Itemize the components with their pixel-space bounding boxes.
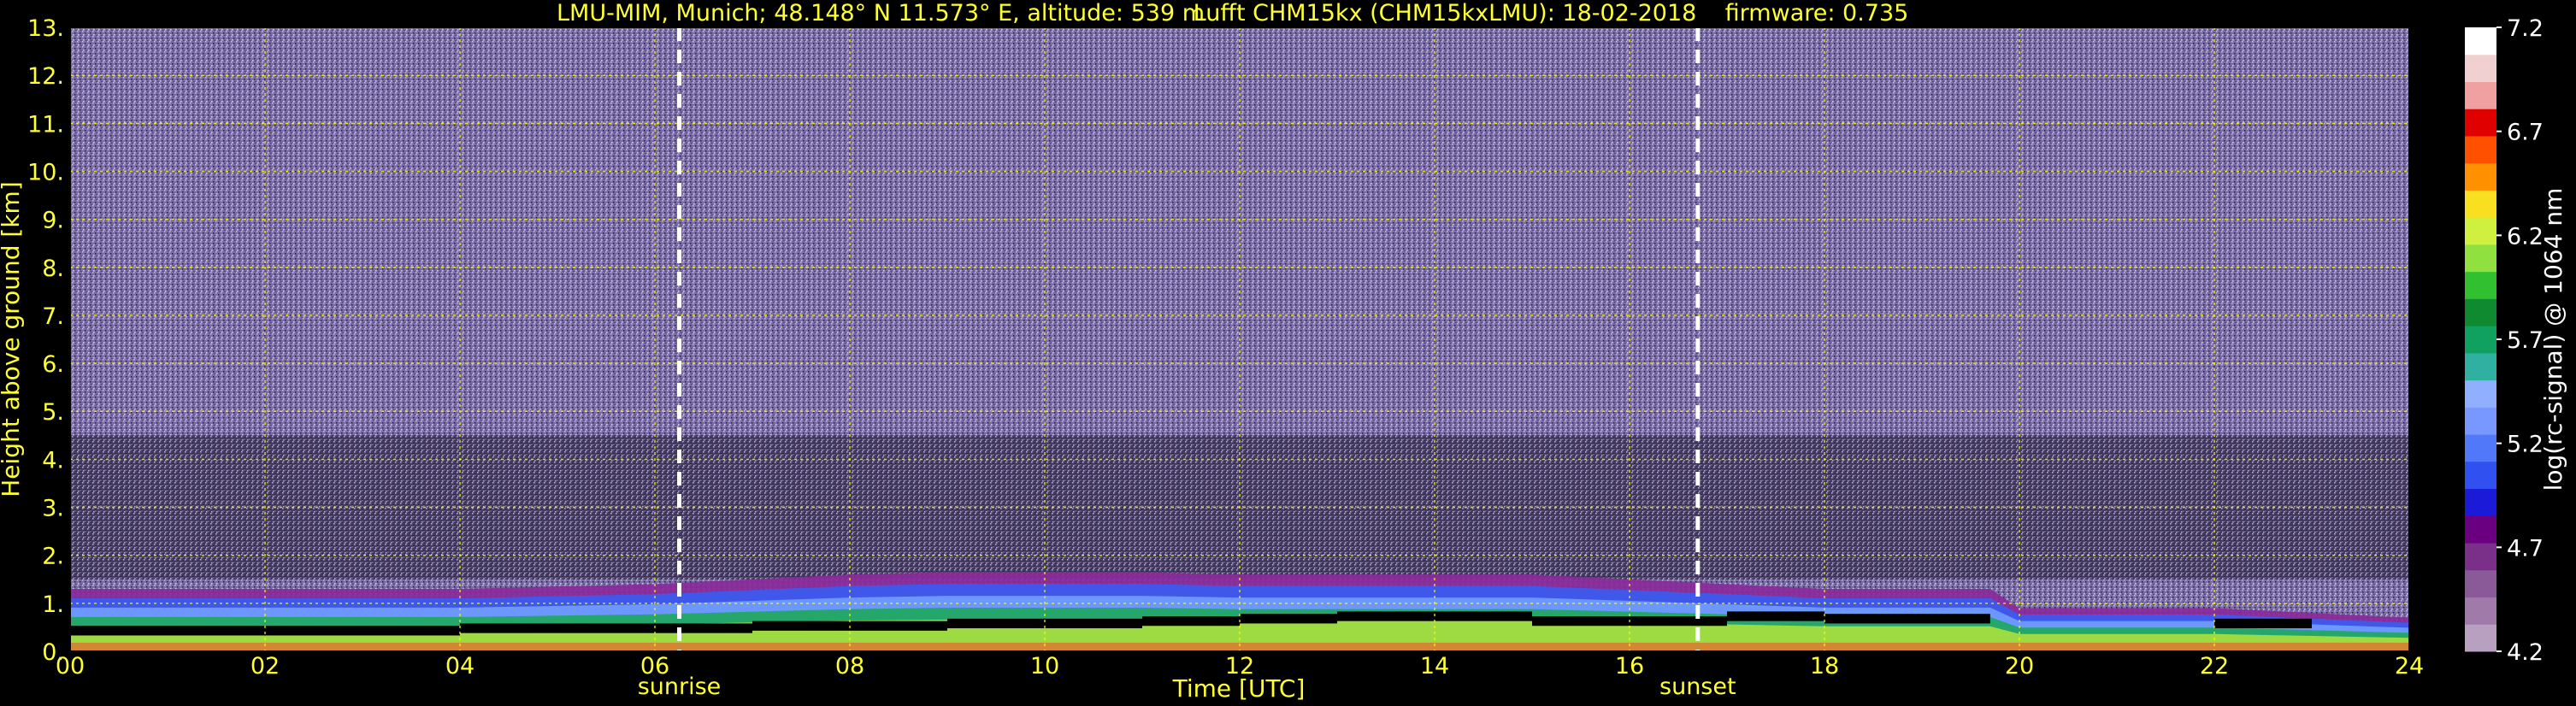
y-tick-label: 4. [42, 447, 64, 474]
colorbar-segment [2465, 162, 2496, 191]
colorbar-segment [2465, 109, 2496, 137]
colorbar-segment [2465, 54, 2496, 82]
dark-layer-segment [1142, 616, 1240, 627]
x-tick-label: 20 [2005, 653, 2034, 680]
y-tick-label: 2. [42, 544, 64, 570]
colorbar-tick-label: 5.2 [2507, 432, 2544, 458]
y-tick-label: 6. [42, 351, 64, 378]
y-tick-labels: 0.1.2.3.4.5.6.7.8.9.10.11.12.13. [27, 15, 64, 666]
chart-title-firmware: firmware: 0.735 [1725, 0, 1909, 26]
x-tick-label: 08 [835, 653, 864, 680]
colorbar-segment [2465, 515, 2496, 544]
colorbar-segment [2465, 407, 2496, 435]
colorbar-segment [2465, 244, 2496, 273]
colorbar-segment [2465, 461, 2496, 490]
colorbar-segment [2465, 190, 2496, 218]
x-tick-label: 00 [56, 653, 85, 680]
x-tick-label: 22 [2200, 653, 2229, 680]
y-tick-label: 8. [42, 256, 64, 282]
sunset-label: sunset [1659, 674, 1736, 700]
dark-layer-segment [1532, 616, 1630, 627]
colorbar-segment [2465, 624, 2496, 652]
colorbar-segment [2465, 81, 2496, 109]
dark-layer-segment [850, 621, 947, 631]
ceilometer-chart: sunrise sunset 0.1.2.3.4.5.6.7.8.9.10.11.… [0, 0, 2567, 703]
dark-layer-segment [1922, 614, 1990, 624]
colorbar-segment [2465, 543, 2496, 571]
dark-layer-segment [752, 621, 850, 631]
x-tick-label: 10 [1030, 653, 1059, 680]
x-axis-label: Time [UTC] [1172, 674, 1306, 703]
x-tick-label: 14 [1420, 653, 1449, 680]
x-tick-label: 04 [445, 653, 475, 680]
colorbar-segment [2465, 271, 2496, 299]
colorbar-tick-label: 6.2 [2507, 223, 2544, 250]
x-tick-label: 24 [2395, 653, 2424, 680]
colorbar-tick-label: 4.2 [2507, 639, 2544, 666]
chart-title-site: LMU-MIM, Munich; 48.148° N 11.573° E, al… [557, 0, 1205, 26]
dark-layer-segment [1630, 616, 1727, 627]
colorbar-label: log(rc-signal) @ 1064 nm [2539, 188, 2567, 491]
colorbar-segment [2465, 597, 2496, 625]
colorbar [2465, 27, 2496, 652]
y-tick-label: 12. [27, 63, 64, 90]
dark-layer-segment [265, 626, 363, 636]
dark-layer-segment [947, 618, 1045, 629]
colorbar-tick-label: 6.7 [2507, 120, 2544, 146]
dark-layer-segment [1727, 611, 1824, 621]
colorbar-segment [2465, 488, 2496, 516]
dark-layer-segment [1435, 611, 1532, 621]
dark-layer-segment [168, 626, 265, 636]
dark-layer-segment [1337, 611, 1435, 621]
colorbar-tick-label: 7.2 [2507, 15, 2544, 42]
colorbar-segment [2465, 298, 2496, 327]
dark-layer-segment [1824, 614, 1922, 624]
x-tick-label: 18 [1810, 653, 1839, 680]
dark-layer-segment [2214, 618, 2312, 629]
colorbar-segment [2465, 352, 2496, 381]
y-tick-label: 1. [42, 591, 64, 618]
colorbar-segment [2465, 217, 2496, 245]
x-tick-label: 06 [640, 653, 669, 680]
dark-layer-segment [363, 626, 460, 636]
colorbar-tick-labels: 4.2 4.7 5.2 5.7 6.2 6.7 7.2 [2496, 15, 2544, 666]
dark-layer-segment [557, 623, 655, 633]
dark-layer-segment [460, 623, 557, 633]
colorbar-segment [2465, 434, 2496, 462]
colorbar-tick-label: 4.7 [2507, 535, 2544, 562]
colorbar-segment [2465, 135, 2496, 164]
colorbar-segment [2465, 27, 2496, 56]
colorbar-segment [2465, 569, 2496, 598]
chart-title-instrument: Lufft CHM15kx (CHM15kxLMU): 18-02-2018 [1194, 0, 1697, 26]
colorbar-segment [2465, 379, 2496, 408]
y-tick-label: 13. [27, 15, 64, 42]
x-tick-label: 16 [1615, 653, 1644, 680]
y-tick-label: 11. [27, 111, 64, 138]
y-tick-label: 10. [27, 159, 64, 185]
y-tick-label: 7. [42, 303, 64, 330]
y-tick-label: 5. [42, 399, 64, 426]
x-tick-label: 02 [251, 653, 280, 680]
dark-layer-segment [70, 626, 168, 636]
y-tick-label: 3. [42, 496, 64, 522]
y-tick-label: 9. [42, 208, 64, 234]
colorbar-tick-label: 5.7 [2507, 327, 2544, 354]
dark-layer-segment [1045, 618, 1142, 629]
dark-layer-segment [655, 623, 752, 633]
dark-layer-segment [1240, 614, 1337, 624]
colorbar-segment [2465, 326, 2496, 354]
y-axis-label: Height above ground [km] [0, 181, 25, 497]
